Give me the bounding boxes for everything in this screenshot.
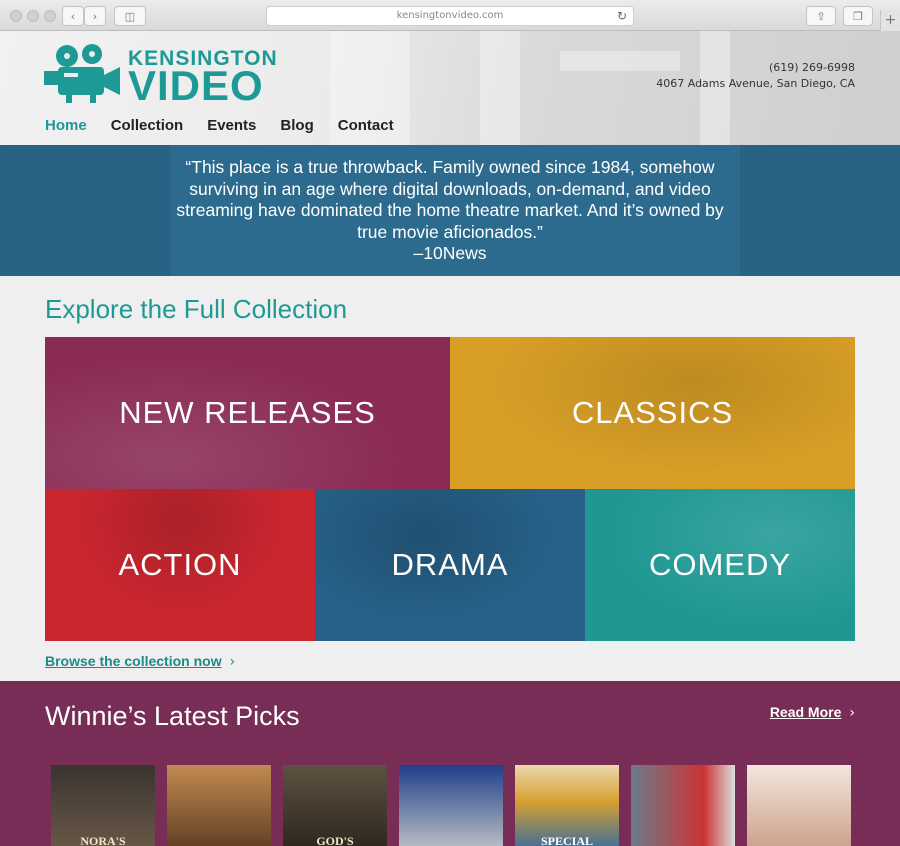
tile-label: COMEDY	[648, 547, 792, 582]
main-nav: Home Collection Events Blog Contact	[45, 117, 418, 134]
dvd-cover[interactable]: NORA'S	[51, 765, 155, 846]
latest-picks-section: Winnie’s Latest Picks Read More › NORA'S …	[0, 681, 900, 846]
testimonial-attribution: –10News	[413, 243, 487, 263]
phone-number[interactable]: (619) 269-6998	[656, 60, 855, 76]
url-text: kensingtonvideo.com	[396, 10, 504, 21]
share-button[interactable]: ⇧	[806, 6, 836, 26]
window-zoom-button[interactable]	[44, 10, 56, 22]
nav-collection[interactable]: Collection	[111, 117, 184, 134]
contact-info: (619) 269-6998 4067 Adams Avenue, San Di…	[656, 60, 855, 92]
nav-events[interactable]: Events	[207, 117, 256, 134]
dvd-cover[interactable]	[167, 765, 271, 846]
dvd-cover[interactable]: SPECIAL	[515, 765, 619, 846]
dvd-cover[interactable]	[747, 765, 851, 846]
cover-title: SPECIAL	[540, 834, 593, 846]
nav-contact[interactable]: Contact	[338, 117, 394, 134]
tile-label: CLASSICS	[571, 395, 734, 430]
back-button[interactable]: ‹	[62, 6, 84, 26]
window-minimize-button[interactable]	[27, 10, 39, 22]
section-title: Explore the Full Collection	[45, 294, 348, 324]
address-bar[interactable]: kensingtonvideo.com ↻	[266, 6, 634, 26]
section-title: Winnie’s Latest Picks	[45, 701, 300, 731]
collection-section: Explore the Full Collection NEW RELEASES…	[0, 276, 900, 681]
tile-label: DRAMA	[391, 547, 509, 582]
forward-button[interactable]: ›	[84, 6, 106, 26]
tile-new-releases[interactable]: NEW RELEASES	[45, 337, 450, 489]
nav-home[interactable]: Home	[45, 117, 87, 134]
chevron-left-icon: ‹	[70, 9, 76, 23]
share-icon: ⇧	[816, 9, 826, 23]
dvd-cover[interactable]	[399, 765, 503, 846]
browse-collection-label: Browse the collection now	[45, 653, 222, 669]
read-more-link[interactable]: Read More ›	[770, 704, 855, 721]
chevron-right-icon: ›	[92, 9, 98, 23]
tile-drama[interactable]: DRAMA	[315, 489, 585, 641]
testimonial-quote: “This place is a true throwback. Family …	[176, 157, 724, 242]
tabs-icon: ❐	[853, 9, 863, 23]
dvd-cover[interactable]	[631, 765, 735, 846]
tile-label: NEW RELEASES	[119, 395, 376, 430]
sidebar-button[interactable]: ◫	[114, 6, 146, 26]
new-tab-button[interactable]: +	[880, 10, 900, 31]
browse-collection-link[interactable]: Browse the collection now ›	[45, 653, 235, 670]
testimonial: “This place is a true throwback. Family …	[0, 157, 900, 265]
tile-classics[interactable]: CLASSICS	[450, 337, 855, 489]
cover-title: NORA'S	[80, 834, 126, 846]
chevron-right-icon: ›	[849, 705, 855, 721]
tile-label: ACTION	[118, 547, 242, 582]
film-projector-icon	[44, 44, 120, 103]
sidebar-icon: ◫	[124, 9, 136, 23]
cover-title: GOD'S	[316, 834, 354, 846]
plus-icon: +	[884, 12, 897, 28]
reload-icon[interactable]: ↻	[617, 7, 627, 25]
tabs-overview-button[interactable]: ❐	[843, 6, 873, 26]
dvd-cover[interactable]: GOD'S	[283, 765, 387, 846]
street-address: 4067 Adams Avenue, San Diego, CA	[656, 77, 855, 90]
browser-toolbar: ‹ › ◫ kensingtonvideo.com ↻ ⇧ ❐ +	[0, 0, 900, 31]
read-more-label: Read More	[769, 704, 842, 720]
nav-blog[interactable]: Blog	[280, 117, 313, 134]
site-logo[interactable]: KENSINGTON VIDEO	[44, 43, 277, 109]
tile-action[interactable]: ACTION	[45, 489, 315, 641]
site-header: KENSINGTON VIDEO (619) 269-6998 4067 Ada…	[0, 31, 900, 145]
testimonial-banner: “This place is a true throwback. Family …	[0, 145, 900, 276]
logo-wordmark-bottom: VIDEO	[128, 62, 264, 109]
tile-comedy[interactable]: COMEDY	[585, 489, 855, 641]
chevron-right-icon: ›	[229, 654, 236, 670]
window-close-button[interactable]	[10, 10, 22, 22]
